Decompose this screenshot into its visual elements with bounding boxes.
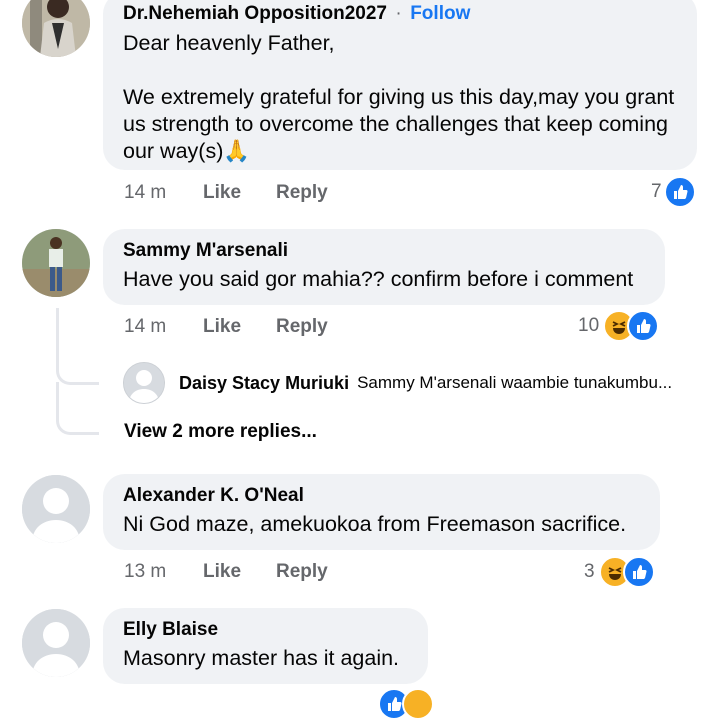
comment-bubble: Alexander K. O'Neal Ni God maze, amekuok… <box>103 474 660 550</box>
like-button[interactable]: Like <box>203 182 241 204</box>
avatar[interactable] <box>22 609 90 677</box>
comment-text: Ni God maze, amekuokoa from Freemason sa… <box>123 512 627 536</box>
reply-button[interactable]: Reply <box>276 316 328 338</box>
like-icon <box>663 176 696 208</box>
reaction-summary[interactable]: 7 <box>651 176 696 208</box>
comment-author[interactable]: Sammy M'arsenali <box>123 239 645 263</box>
reaction-count: 7 <box>651 181 662 202</box>
haha-icon <box>402 688 434 720</box>
reply-button[interactable]: Reply <box>276 561 328 583</box>
reply-author[interactable]: Daisy Stacy Muriuki <box>179 373 349 394</box>
comment-bubble: Elly Blaise Masonry master has it again. <box>103 608 428 684</box>
timestamp[interactable]: 14 m <box>124 316 166 338</box>
reaction-count: 3 <box>584 561 595 582</box>
comment-author[interactable]: Elly Blaise <box>123 618 408 642</box>
reply-button[interactable]: Reply <box>276 182 328 204</box>
reply-snippet: Sammy M'arsenali waambie tunakumbu... <box>357 373 673 392</box>
reaction-summary[interactable] <box>378 688 434 720</box>
avatar <box>123 362 165 404</box>
thread-connector <box>56 382 99 435</box>
reply-preview[interactable]: Daisy Stacy Muriuki Sammy M'arsenali waa… <box>123 362 672 404</box>
comment-author[interactable]: Alexander K. O'Neal <box>123 484 640 508</box>
follow-button[interactable]: Follow <box>410 3 470 24</box>
like-button[interactable]: Like <box>203 561 241 583</box>
comment-text: Have you said gor mahia?? confirm before… <box>123 267 634 291</box>
comment-text: Dear heavenly Father, We extremely grate… <box>123 31 675 163</box>
timestamp[interactable]: 14 m <box>124 182 166 204</box>
comment-text: Masonry master has it again. <box>123 646 400 670</box>
comment-bubble: Sammy M'arsenali Have you said gor mahia… <box>103 229 665 305</box>
avatar[interactable] <box>22 475 90 543</box>
view-more-replies-link[interactable]: View 2 more replies... <box>124 421 317 443</box>
comment-author[interactable]: Dr.Nehemiah Opposition2027 <box>123 3 387 24</box>
reaction-summary[interactable]: 3 <box>584 556 655 588</box>
comment-bubble: Dr.Nehemiah Opposition2027 · Follow Dear… <box>103 0 697 170</box>
like-icon <box>622 556 655 588</box>
like-button[interactable]: Like <box>203 316 241 338</box>
avatar[interactable] <box>22 229 90 297</box>
timestamp[interactable]: 13 m <box>124 561 166 583</box>
avatar[interactable] <box>22 0 90 57</box>
like-icon <box>627 310 660 342</box>
reaction-summary[interactable]: 10 <box>578 310 660 342</box>
thread-connector <box>56 308 99 385</box>
separator-dot: · <box>395 3 402 24</box>
reaction-count: 10 <box>578 315 600 336</box>
